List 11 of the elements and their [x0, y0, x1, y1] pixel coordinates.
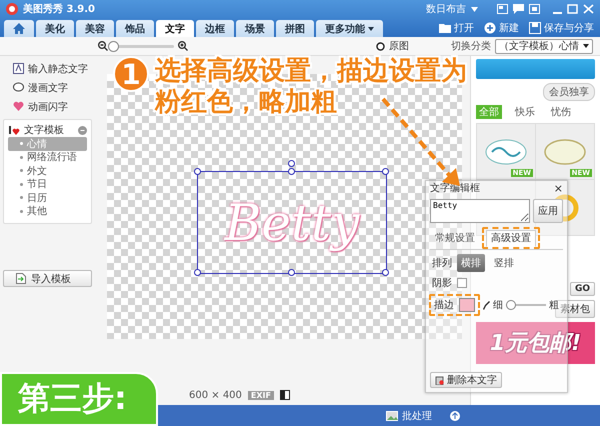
- category-label: 切换分类: [451, 40, 491, 53]
- window-title: 美图秀秀 3.9.0: [23, 2, 95, 16]
- instruction-text: 选择高级设置，描边设置为粉红色，略加粗: [155, 56, 468, 118]
- canvas-text: Betty: [224, 194, 360, 252]
- image-size: 600 × 400: [189, 390, 242, 400]
- shadow-label: 阴影: [432, 277, 452, 290]
- step-badge: 第三步:: [0, 372, 158, 426]
- stroke-label: 描边: [434, 298, 454, 312]
- thin-label: 细: [493, 299, 503, 312]
- step-number-badge: 1: [113, 56, 149, 92]
- arrange-label: 排列: [432, 256, 452, 270]
